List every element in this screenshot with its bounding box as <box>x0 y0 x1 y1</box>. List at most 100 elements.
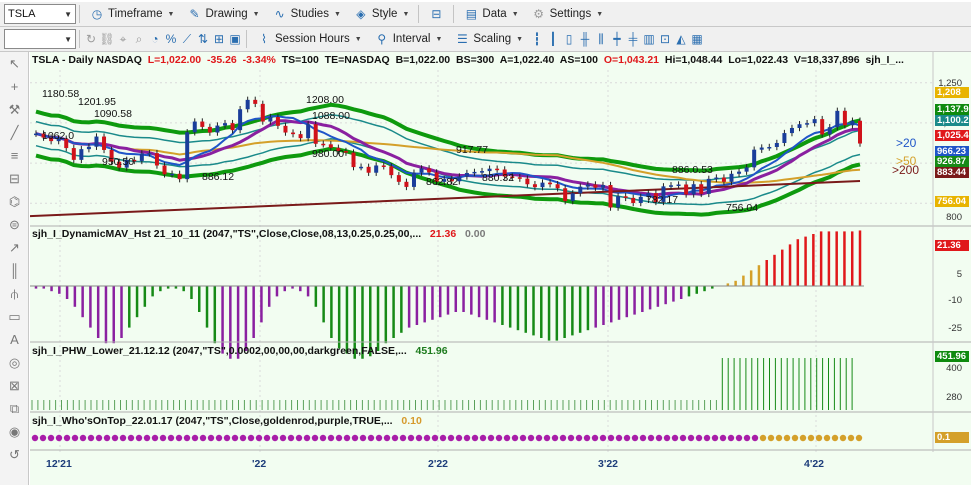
price-tag: 1,100.2 <box>935 115 969 126</box>
wrench-icon[interactable]: ⚒ <box>0 98 29 121</box>
magnet-icon[interactable]: ◎ <box>0 351 29 374</box>
candle-body <box>517 177 522 179</box>
layout-button[interactable]: ⊟ <box>422 4 450 24</box>
panel3-tag: 0.1 <box>935 432 969 443</box>
ruler-icon[interactable]: ⊟ <box>0 167 29 190</box>
hlc-icon[interactable]: ┿ <box>609 31 625 47</box>
session-hours-button[interactable]: ⌇ Session Hours ▼ <box>250 29 368 49</box>
candle-body <box>789 127 794 134</box>
drawing-button[interactable]: ✎ Drawing ▼ <box>180 4 265 24</box>
list-icon[interactable]: ≡ <box>0 144 29 167</box>
cycle-icon[interactable]: ↺ <box>0 443 29 466</box>
scaling-button[interactable]: ☰ Scaling ▼ <box>448 29 529 49</box>
symbol-field[interactable]: TSLA ▼ <box>4 4 76 24</box>
who-on-top-dot <box>479 434 487 442</box>
who-on-top-dot <box>847 434 855 442</box>
ts-value: TS=100 <box>281 54 319 66</box>
data-button[interactable]: ▤ Data ▼ <box>457 4 524 24</box>
studies-button[interactable]: ∿ Studies ▼ <box>266 4 347 24</box>
heikin-ashi-icon[interactable]: ▥ <box>641 31 657 47</box>
link-icon[interactable]: ⛓ <box>99 31 115 47</box>
point-figure-icon[interactable]: ⊡ <box>657 31 673 47</box>
speedometer-icon[interactable]: ◔ <box>147 31 163 47</box>
pointer-icon[interactable]: ↖ <box>0 52 29 75</box>
who-on-top-dot <box>447 434 455 442</box>
price-annotation: 886.12 <box>202 171 235 183</box>
arrow-icon[interactable]: ↗ <box>0 236 29 259</box>
channel-icon[interactable]: ║ <box>0 259 29 282</box>
price-tag: 1,137.9 <box>935 104 969 115</box>
who-on-top-dot <box>119 434 127 442</box>
interval-field[interactable]: ▼ <box>4 29 76 49</box>
session-icon: ⌇ <box>261 32 267 46</box>
interval-button[interactable]: ⚲ Interval ▼ <box>368 29 449 49</box>
candle-body <box>192 121 197 133</box>
crosshair-icon[interactable]: + <box>0 75 29 98</box>
fibonacci-icon[interactable]: ⌬ <box>0 190 29 213</box>
candle-body <box>578 186 583 194</box>
chart-line-icon[interactable]: ⟋ <box>179 31 195 47</box>
who-on-top-dot <box>535 434 543 442</box>
candle-body <box>835 110 840 128</box>
brush-icon[interactable]: ⊜ <box>0 213 29 236</box>
who-on-top-dot <box>103 434 111 442</box>
timeframe-button[interactable]: ◷ Timeframe ▼ <box>83 4 180 24</box>
who-on-top-dot <box>399 434 407 442</box>
grid-icon[interactable]: ⊞ <box>211 31 227 47</box>
refresh-icon[interactable]: ↻ <box>83 31 99 47</box>
trendline-icon[interactable]: ╱ <box>0 121 29 144</box>
candle-hollow-icon[interactable]: ▯ <box>561 31 577 47</box>
candle-body <box>86 146 91 150</box>
pct-change: -3.34% <box>242 54 276 66</box>
rectangle-icon[interactable]: ▭ <box>0 305 29 328</box>
who-on-top-dot <box>631 434 639 442</box>
panel1-tick: -25 <box>948 323 962 334</box>
candle-body <box>306 124 311 139</box>
date-tick: 3'22 <box>598 458 619 470</box>
zoom-icon[interactable]: ⌕ <box>131 31 147 47</box>
style-button[interactable]: ◈ Style ▼ <box>347 4 416 24</box>
bars-icon[interactable]: ⫼ <box>593 31 609 47</box>
chart-area[interactable]: TSLA - Daily NASDAQ L=1,022.00 -35.26 -3… <box>30 52 971 485</box>
line-chart-icon[interactable]: ╪ <box>625 31 641 47</box>
crosshair-icon[interactable]: ⌖ <box>115 31 131 47</box>
session-hours-label: Session Hours <box>275 33 350 45</box>
ma20-label: >20 <box>896 136 916 150</box>
who-on-top-dot <box>383 434 391 442</box>
who-on-top-dot <box>487 434 495 442</box>
studies-label: Studies <box>290 8 329 20</box>
pitchfork-icon[interactable]: ⫛ <box>0 282 29 305</box>
who-on-top-dot <box>423 434 431 442</box>
eye-icon[interactable]: ◉ <box>0 420 29 443</box>
text-icon[interactable]: A <box>0 328 29 351</box>
chevron-down-icon[interactable]: ▼ <box>64 35 72 44</box>
who-on-top-dot <box>591 434 599 442</box>
candle-body <box>593 184 598 188</box>
candle-body <box>374 165 379 173</box>
chevron-down-icon[interactable]: ▼ <box>64 10 72 19</box>
candle-body <box>139 153 144 161</box>
panel-icon[interactable]: ▣ <box>227 31 243 47</box>
table-icon[interactable]: ▦ <box>689 31 705 47</box>
area-chart-icon[interactable]: ◭ <box>673 31 689 47</box>
who-on-top-dot <box>231 434 239 442</box>
percent-icon[interactable]: % <box>163 31 179 47</box>
who-on-top-dot <box>855 434 863 442</box>
who-on-top-dot <box>687 434 695 442</box>
candle-chart-icon[interactable]: ┃ <box>545 31 561 47</box>
bid-value: B=1,022.00 <box>395 54 451 66</box>
who-on-top-dot <box>351 434 359 442</box>
lock-icon[interactable]: ⊠ <box>0 374 29 397</box>
chart-scale-icon[interactable]: ⇅ <box>195 31 211 47</box>
ohlc-icon[interactable]: ╫ <box>577 31 593 47</box>
who-on-top-dot <box>87 434 95 442</box>
price-tag: 1,025.4 <box>935 130 969 141</box>
symbol-text: TSLA <box>8 8 36 20</box>
settings-button[interactable]: ⚙ Settings ▼ <box>525 4 610 24</box>
who-on-top-dot <box>271 434 279 442</box>
candle-body <box>207 126 212 133</box>
panel3-value: 0.10 <box>401 415 422 427</box>
who-on-top-dot <box>783 434 791 442</box>
bar-chart-icon[interactable]: ┇ <box>529 31 545 47</box>
stack-icon[interactable]: ⧉ <box>0 397 29 420</box>
